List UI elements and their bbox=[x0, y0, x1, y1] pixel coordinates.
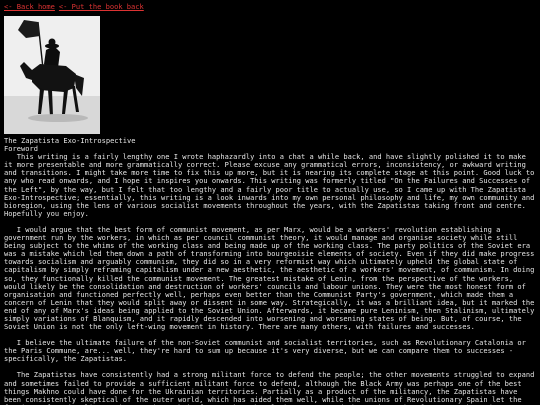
book-title: The Zapatista Exo-Introspective bbox=[4, 136, 136, 145]
put-book-back-link[interactable]: <- Put the book back bbox=[59, 2, 144, 11]
nav-bar: <- Back home <- Put the book back bbox=[4, 2, 536, 12]
paragraph-1: This writing is a fairly lengthy one I w… bbox=[4, 152, 539, 218]
back-home-link[interactable]: <- Back home bbox=[4, 2, 55, 11]
paragraph-2: I would argue that the best form of comm… bbox=[4, 224, 539, 332]
horse-rider-image bbox=[4, 16, 100, 134]
paragraph-3: I believe the ultimate failure of the no… bbox=[4, 338, 531, 364]
page: <- Back home <- Put the book back The Za… bbox=[0, 0, 540, 405]
paragraph-4: The Zapatistas have consistently had a s… bbox=[4, 370, 535, 405]
horse-rider-photo bbox=[4, 16, 100, 134]
